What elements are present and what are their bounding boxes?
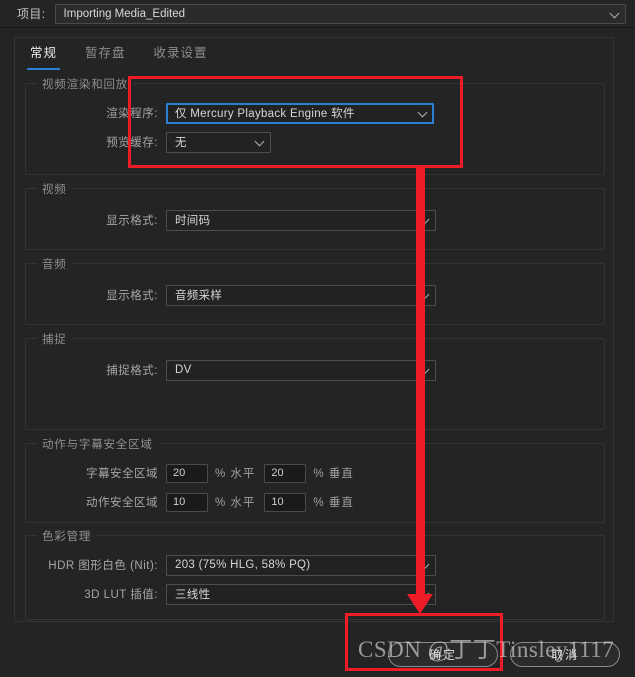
audio-display-format-label: 显示格式: (106, 290, 158, 302)
row-lut-interpolation: 3D LUT 插值: 三线性 (26, 583, 604, 605)
renderer-label: 渲染程序: (106, 108, 158, 120)
row-action-safe: 动作安全区域 10 % 水平 10 % 垂直 (26, 491, 604, 513)
project-label: 项目: (17, 7, 46, 21)
action-safe-vertical-unit: % 垂直 (313, 497, 354, 509)
preview-cache-value: 无 (175, 137, 187, 149)
chevron-down-icon (419, 588, 430, 599)
preview-cache-dropdown[interactable]: 无 (166, 131, 271, 153)
lut-interpolation-dropdown[interactable]: 三线性 (166, 583, 436, 605)
ok-button[interactable]: 确定 (388, 642, 498, 667)
title-safe-label: 字幕安全区域 (86, 468, 158, 480)
row-preview-cache: 预览缓存: 无 (26, 131, 604, 153)
dialog-button-row: 确定 取消 (0, 642, 635, 667)
settings-panel: 常规 暂存盘 收录设置 视频渲染和回放 渲染程序: 仅 Mercury Play… (14, 37, 614, 622)
video-display-format-value: 时间码 (175, 215, 211, 227)
tab-bar: 常规 暂存盘 收录设置 (15, 38, 233, 70)
cancel-button-label: 取消 (550, 648, 579, 662)
chevron-down-icon (419, 364, 430, 375)
ok-button-label: 确定 (428, 648, 457, 662)
preferences-dialog: 项目: Importing Media_Edited 常规 暂存盘 收录设置 视… (0, 0, 635, 677)
preview-cache-label: 预览缓存: (106, 137, 158, 149)
group-capture-legend: 捕捉 (37, 331, 72, 347)
action-safe-horizontal-input[interactable]: 10 (166, 492, 208, 512)
row-capture-format: 捕捉格式: DV (26, 359, 604, 381)
chevron-down-icon (419, 214, 430, 225)
action-safe-horizontal-value: 10 (173, 496, 186, 508)
project-bar: 项目: Importing Media_Edited (0, 0, 635, 28)
cancel-button[interactable]: 取消 (510, 642, 620, 667)
row-renderer: 渲染程序: 仅 Mercury Playback Engine 软件 (26, 102, 604, 124)
capture-format-label: 捕捉格式: (106, 365, 158, 377)
group-capture: 捕捉 捕捉格式: DV (25, 331, 605, 430)
group-video-render: 视频渲染和回放 渲染程序: 仅 Mercury Playback Engine … (25, 76, 605, 175)
group-color-management: 色彩管理 HDR 图形白色 (Nit): 203 (75% HLG, 58% P… (25, 528, 605, 620)
chevron-down-icon (419, 559, 430, 570)
hdr-white-value: 203 (75% HLG, 58% PQ) (175, 559, 311, 571)
audio-display-format-value: 音频采样 (175, 290, 223, 302)
lut-interpolation-value: 三线性 (175, 589, 211, 601)
group-video: 视频 显示格式: 时间码 (25, 181, 605, 250)
capture-format-value: DV (175, 364, 192, 376)
row-video-display-format: 显示格式: 时间码 (26, 209, 604, 231)
row-hdr-white: HDR 图形白色 (Nit): 203 (75% HLG, 58% PQ) (26, 554, 604, 576)
tab-general-label: 常规 (30, 46, 58, 60)
lut-interpolation-label: 3D LUT 插值: (84, 589, 158, 601)
video-display-format-label: 显示格式: (106, 215, 158, 227)
action-safe-vertical-input[interactable]: 10 (264, 492, 307, 512)
tab-scratch-disks-label: 暂存盘 (85, 46, 126, 60)
audio-display-format-dropdown[interactable]: 音频采样 (166, 284, 436, 306)
project-select[interactable]: Importing Media_Edited (54, 3, 626, 24)
project-select-value: Importing Media_Edited (63, 7, 186, 20)
group-safe-areas: 动作与字幕安全区域 字幕安全区域 20 % 水平 20 % 垂直 动作安全区域 … (25, 436, 605, 523)
tab-ingest-settings-label: 收录设置 (153, 46, 208, 60)
title-safe-vertical-value: 20 (271, 467, 284, 479)
title-safe-horizontal-unit: % 水平 (215, 468, 256, 480)
chevron-down-icon (417, 107, 428, 118)
group-color-management-legend: 色彩管理 (37, 528, 97, 544)
title-safe-vertical-unit: % 垂直 (313, 468, 354, 480)
hdr-white-label: HDR 图形白色 (Nit): (48, 560, 158, 572)
title-safe-horizontal-value: 20 (173, 467, 186, 479)
row-audio-display-format: 显示格式: 音频采样 (26, 284, 604, 306)
title-safe-vertical-input[interactable]: 20 (264, 463, 307, 483)
chevron-down-icon (254, 136, 265, 147)
renderer-value: 仅 Mercury Playback Engine 软件 (175, 108, 355, 120)
action-safe-horizontal-unit: % 水平 (215, 497, 256, 509)
chevron-down-icon (609, 8, 620, 18)
capture-format-dropdown[interactable]: DV (166, 359, 436, 381)
tab-scratch-disks[interactable]: 暂存盘 (82, 38, 129, 66)
group-video-legend: 视频 (37, 181, 72, 197)
row-title-safe: 字幕安全区域 20 % 水平 20 % 垂直 (26, 462, 604, 484)
group-safe-areas-legend: 动作与字幕安全区域 (37, 436, 158, 452)
group-audio-legend: 音频 (37, 256, 72, 272)
hdr-white-dropdown[interactable]: 203 (75% HLG, 58% PQ) (166, 554, 436, 576)
group-video-render-legend: 视频渲染和回放 (37, 76, 134, 92)
video-display-format-dropdown[interactable]: 时间码 (166, 209, 436, 231)
title-safe-horizontal-input[interactable]: 20 (166, 463, 208, 483)
tab-ingest-settings[interactable]: 收录设置 (151, 38, 211, 66)
action-safe-label: 动作安全区域 (86, 497, 158, 509)
tab-general[interactable]: 常规 (27, 38, 61, 70)
chevron-down-icon (419, 289, 430, 300)
group-audio: 音频 显示格式: 音频采样 (25, 256, 605, 325)
renderer-dropdown[interactable]: 仅 Mercury Playback Engine 软件 (166, 102, 434, 124)
action-safe-vertical-value: 10 (271, 496, 284, 508)
